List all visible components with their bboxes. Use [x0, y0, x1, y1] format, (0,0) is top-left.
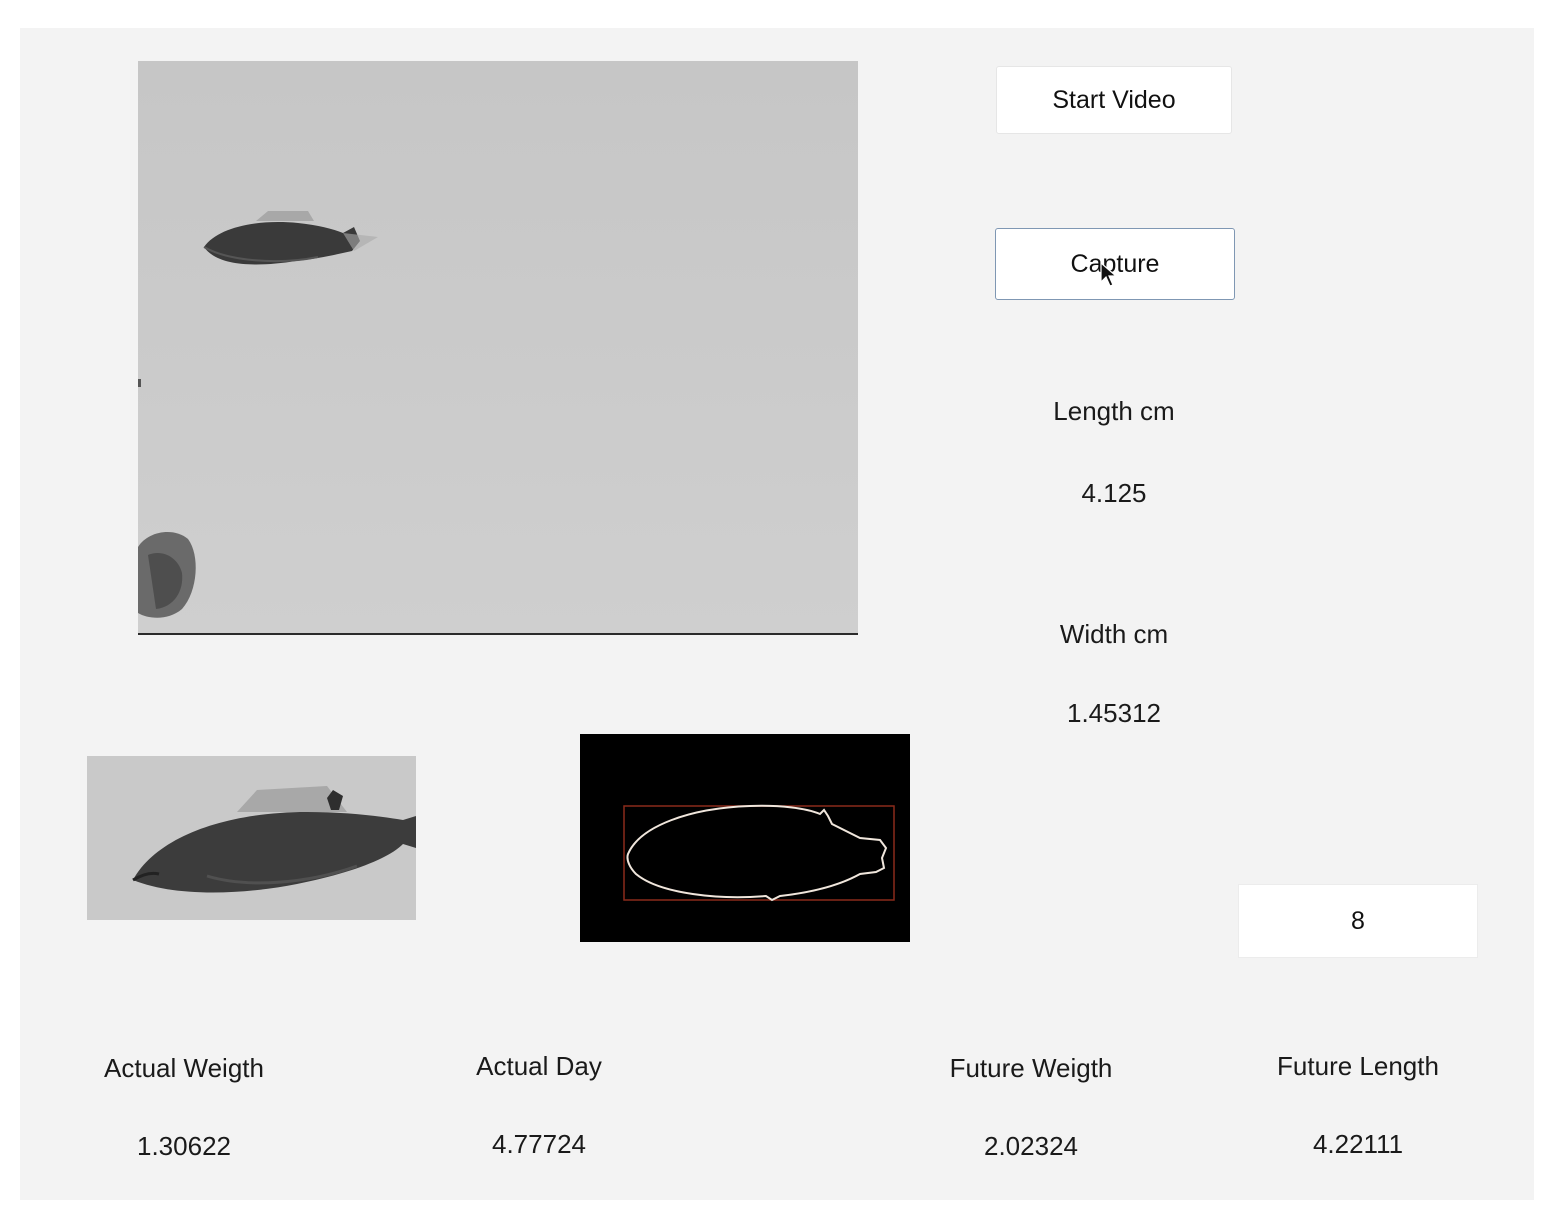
start-video-button[interactable]: Start Video: [996, 66, 1232, 134]
width-label: Width cm: [1059, 619, 1169, 649]
future-weight-value: 2.02324: [984, 1131, 1078, 1161]
length-value: 4.125: [1081, 478, 1147, 508]
actual-weight-value: 1.30622: [137, 1131, 231, 1161]
cropped-fish-scene: [132, 786, 416, 893]
future-length-label: Future Length: [1277, 1051, 1439, 1081]
day-input[interactable]: [1238, 884, 1478, 958]
mouse-cursor-icon: [1100, 262, 1118, 287]
fish-shape: [203, 211, 378, 265]
width-value: 1.45312: [1067, 698, 1161, 728]
contour-preview: [580, 734, 910, 942]
fish-contour: [626, 804, 888, 902]
actual-day-value: 4.77724: [492, 1129, 586, 1159]
actual-day-label: Actual Day: [476, 1051, 602, 1081]
video-preview: [138, 61, 858, 635]
length-label: Length cm: [1053, 396, 1175, 426]
future-weight-label: Future Weigth: [949, 1053, 1113, 1083]
video-scene: [138, 211, 378, 618]
bounding-box: [623, 805, 895, 901]
edge-mark: [138, 379, 141, 387]
cropped-fish-preview: [87, 756, 416, 920]
actual-weight-label: Actual Weigth: [104, 1053, 264, 1083]
fish-partial-shape: [138, 532, 196, 618]
contour-scene: [623, 804, 895, 902]
future-length-value: 4.22111: [1312, 1129, 1404, 1159]
